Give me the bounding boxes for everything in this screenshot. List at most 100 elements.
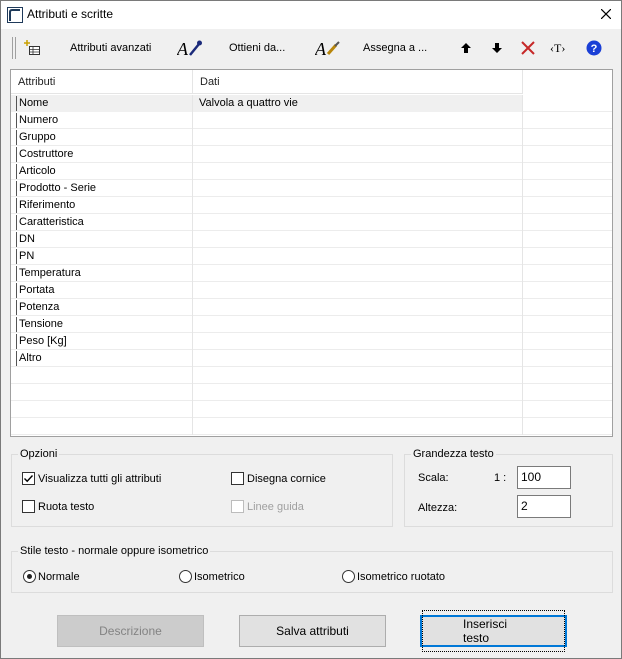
- row-marker: [16, 164, 17, 179]
- new-attribute-button[interactable]: [23, 37, 41, 59]
- attribute-cell[interactable]: Articolo: [11, 163, 193, 180]
- text-style-group: Stile testo - normale oppure isometrico …: [11, 545, 613, 593]
- data-cell[interactable]: [193, 214, 523, 231]
- table-row[interactable]: Prodotto - Serie: [11, 180, 612, 197]
- pick-text-button[interactable]: A: [177, 37, 203, 59]
- get-from-button[interactable]: Ottieni da...: [229, 37, 285, 59]
- empty-cell: [193, 384, 523, 401]
- table-row[interactable]: Caratteristica: [11, 214, 612, 231]
- assign-to-button[interactable]: Assegna a ...: [363, 37, 427, 59]
- table-row[interactable]: Nome Valvola a quattro vie: [11, 95, 612, 112]
- table-row[interactable]: Numero: [11, 112, 612, 129]
- table-row[interactable]: PN: [11, 248, 612, 265]
- data-cell[interactable]: [193, 180, 523, 197]
- text-tag-button[interactable]: ‹T›: [550, 37, 565, 59]
- move-up-button[interactable]: [459, 37, 473, 59]
- advanced-attributes-button[interactable]: Attributi avanzati: [70, 37, 151, 59]
- data-cell[interactable]: [193, 146, 523, 163]
- show-all-attributes-checkbox[interactable]: Visualizza tutti gli attributi: [22, 472, 161, 485]
- isometric-radio-label: Isometrico: [194, 570, 245, 583]
- attribute-cell[interactable]: Costruttore: [11, 146, 193, 163]
- data-cell[interactable]: [193, 316, 523, 333]
- isometric-rotated-radio[interactable]: Isometrico ruotato: [342, 570, 445, 583]
- draw-frame-checkbox[interactable]: Disegna cornice: [231, 472, 326, 485]
- help-button[interactable]: ?: [586, 37, 602, 59]
- table-row[interactable]: Gruppo: [11, 129, 612, 146]
- attribute-name: Nome: [19, 97, 49, 109]
- data-cell[interactable]: Valvola a quattro vie: [193, 95, 523, 112]
- data-cell[interactable]: [193, 248, 523, 265]
- data-cell[interactable]: [193, 129, 523, 146]
- attribute-cell[interactable]: Tensione: [11, 316, 193, 333]
- move-down-button[interactable]: [490, 37, 504, 59]
- attribute-cell[interactable]: DN: [11, 231, 193, 248]
- data-cell[interactable]: [193, 350, 523, 367]
- attribute-cell[interactable]: Potenza: [11, 299, 193, 316]
- table-row[interactable]: Articolo: [11, 163, 612, 180]
- empty-cell: [193, 401, 523, 418]
- attribute-cell[interactable]: Gruppo: [11, 129, 193, 146]
- insert-text-label: Inserisci testo: [422, 610, 565, 652]
- delete-button[interactable]: [520, 37, 536, 59]
- data-cell[interactable]: [193, 163, 523, 180]
- data-cell[interactable]: [193, 333, 523, 350]
- table-row[interactable]: Temperatura: [11, 265, 612, 282]
- text-tag-icon: ‹T›: [550, 40, 566, 55]
- empty-row: [11, 401, 612, 418]
- row-marker: [16, 249, 17, 264]
- row-marker: [16, 198, 17, 213]
- text-size-group: Grandezza testo Scala: 1 : 100 Altezza: …: [404, 448, 613, 527]
- attribute-cell[interactable]: Altro: [11, 350, 193, 367]
- window-title: Attributi e scritte: [27, 7, 114, 21]
- attribute-name: Costruttore: [19, 148, 74, 160]
- delete-x-icon: [520, 40, 536, 56]
- table-row[interactable]: Potenza: [11, 299, 612, 316]
- table-row[interactable]: Portata: [11, 282, 612, 299]
- assign-to-label: Assegna a ...: [363, 42, 428, 54]
- radio-circle: [342, 570, 355, 583]
- attribute-cell[interactable]: Riferimento: [11, 197, 193, 214]
- attribute-cell[interactable]: PN: [11, 248, 193, 265]
- attribute-cell[interactable]: Nome: [11, 95, 193, 112]
- attribute-cell[interactable]: Numero: [11, 112, 193, 129]
- svg-text:?: ?: [591, 43, 598, 55]
- data-cell[interactable]: [193, 112, 523, 129]
- advanced-attributes-label: Attributi avanzati: [70, 42, 152, 54]
- close-button[interactable]: [591, 1, 621, 29]
- column-header-attributes[interactable]: Attributi: [11, 70, 193, 94]
- attribute-name: Caratteristica: [19, 216, 84, 228]
- data-cell[interactable]: [193, 265, 523, 282]
- empty-cell: [11, 384, 193, 401]
- rotate-text-checkbox[interactable]: Ruota testo: [22, 500, 94, 513]
- radio-dot: [27, 574, 32, 579]
- normal-radio[interactable]: Normale: [23, 570, 80, 583]
- apply-text-button[interactable]: A: [315, 37, 341, 59]
- data-cell[interactable]: [193, 197, 523, 214]
- save-attributes-button[interactable]: Salva attributi: [239, 615, 386, 647]
- toolbar-grip[interactable]: [12, 37, 16, 59]
- data-cell[interactable]: [193, 231, 523, 248]
- insert-text-button[interactable]: Inserisci testo: [420, 610, 567, 652]
- row-marker: [16, 96, 17, 111]
- attribute-cell[interactable]: Temperatura: [11, 265, 193, 282]
- attributes-grid[interactable]: Attributi Dati Nome Valvola a quattro vi…: [10, 69, 613, 437]
- attribute-cell[interactable]: Caratteristica: [11, 214, 193, 231]
- table-row[interactable]: Peso [Kg]: [11, 333, 612, 350]
- attribute-cell[interactable]: Portata: [11, 282, 193, 299]
- table-row[interactable]: Altro: [11, 350, 612, 367]
- get-from-label: Ottieni da...: [229, 42, 286, 54]
- table-row[interactable]: Riferimento: [11, 197, 612, 214]
- table-row[interactable]: Costruttore: [11, 146, 612, 163]
- attribute-cell[interactable]: Prodotto - Serie: [11, 180, 193, 197]
- height-input[interactable]: 2: [517, 495, 571, 518]
- attribute-cell[interactable]: Peso [Kg]: [11, 333, 193, 350]
- data-cell[interactable]: [193, 299, 523, 316]
- table-row[interactable]: Tensione: [11, 316, 612, 333]
- scale-input[interactable]: 100: [517, 466, 571, 489]
- table-row[interactable]: DN: [11, 231, 612, 248]
- data-cell[interactable]: [193, 282, 523, 299]
- column-header-data[interactable]: Dati: [193, 70, 523, 94]
- dialog-window: Attributi e scritte Attributi avanzati A…: [0, 0, 622, 659]
- isometric-radio[interactable]: Isometrico: [179, 570, 245, 583]
- row-marker: [16, 300, 17, 315]
